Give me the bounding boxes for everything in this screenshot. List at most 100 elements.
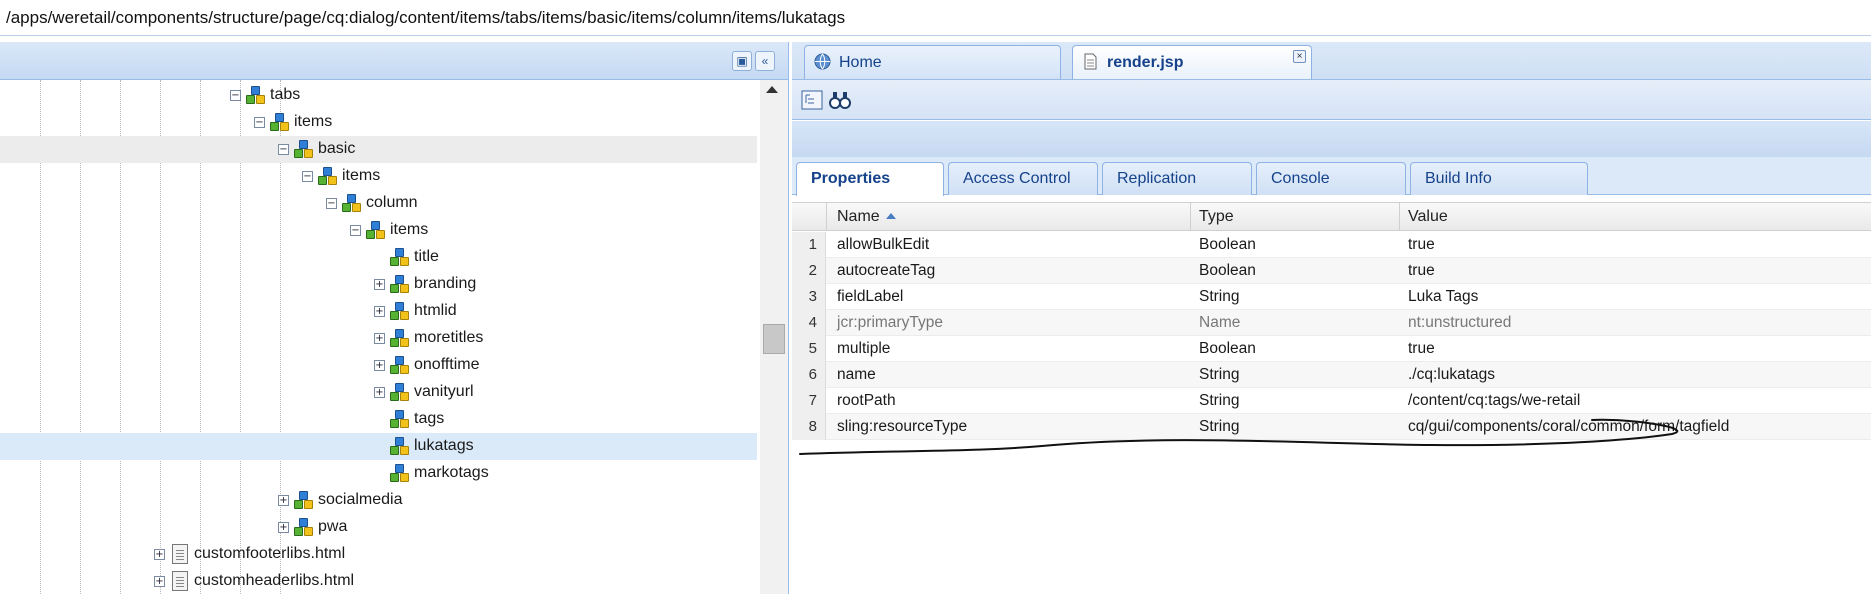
tree-node-items[interactable]: − items (0, 217, 757, 244)
table-row[interactable]: 8 sling:resourceType String cq/gui/componen… (792, 414, 1871, 440)
collapse-icon[interactable]: − (230, 90, 241, 101)
scroll-up-arrow-icon[interactable] (766, 86, 778, 93)
collapse-icon[interactable]: − (278, 144, 289, 155)
property-name[interactable]: sling:resourceType (837, 418, 967, 436)
property-name[interactable]: fieldLabel (837, 288, 903, 306)
tree-node-vanityurl[interactable]: + vanityurl (0, 379, 757, 406)
tree-node-branding[interactable]: + branding (0, 271, 757, 298)
expand-icon[interactable]: + (374, 279, 385, 290)
tree-node-label: branding (414, 275, 477, 292)
tree-node-markotags[interactable]: markotags (0, 460, 757, 487)
property-type[interactable]: String (1199, 366, 1240, 384)
tree-node-socialmedia[interactable]: + socialmedia (0, 487, 757, 514)
property-value[interactable]: true (1408, 340, 1435, 358)
tree-node-items[interactable]: − items (0, 109, 757, 136)
tree-node-items[interactable]: − items (0, 163, 757, 190)
column-header-type[interactable]: Type (1199, 208, 1234, 226)
tree-node-label: basic (318, 140, 356, 157)
tab-replication-label: Replication (1117, 170, 1197, 187)
property-value[interactable]: /content/cq:tags/we-retail (1408, 392, 1580, 410)
property-type[interactable]: Name (1199, 314, 1240, 332)
property-value[interactable]: Luka Tags (1408, 288, 1478, 306)
path-bar[interactable]: /apps/weretail/components/structure/page… (0, 0, 1871, 36)
table-row[interactable]: 5 multiple Boolean true (792, 336, 1871, 362)
scroll-thumb[interactable] (763, 324, 785, 354)
property-type[interactable]: Boolean (1199, 236, 1256, 254)
editor-subheader (792, 121, 1871, 157)
property-name[interactable]: autocreateTag (837, 262, 935, 280)
expand-icon[interactable]: + (154, 576, 165, 587)
property-value[interactable]: true (1408, 236, 1435, 254)
node-icon (342, 194, 362, 213)
table-row[interactable]: 6 name String ./cq:lukatags (792, 362, 1871, 388)
expand-icon[interactable]: + (374, 360, 385, 371)
collapse-icon[interactable]: − (302, 171, 313, 182)
column-divider[interactable] (1190, 203, 1191, 231)
property-value[interactable]: true (1408, 262, 1435, 280)
table-row[interactable]: 4 jcr:primaryType Name nt:unstructured (792, 310, 1871, 336)
tree-node-pwa[interactable]: + pwa (0, 514, 757, 541)
property-type[interactable]: String (1199, 288, 1240, 306)
expand-icon[interactable]: + (278, 495, 289, 506)
tab-render-jsp[interactable]: render.jsp × (1072, 45, 1312, 79)
collapse-icon[interactable]: − (254, 117, 265, 128)
property-name[interactable]: name (837, 366, 876, 384)
tree-node-label: column (366, 194, 418, 211)
row-number: 5 (792, 336, 826, 362)
tab-console[interactable]: Console (1256, 162, 1406, 195)
file-icon (172, 571, 188, 591)
content-tree: − tabs − items − basic − items − column − items titl… (0, 80, 760, 594)
tab-access-control[interactable]: Access Control (948, 162, 1098, 195)
tree-node-title[interactable]: title (0, 244, 757, 271)
collapse-left-icon[interactable]: « (755, 51, 775, 71)
expand-icon[interactable]: + (374, 387, 385, 398)
column-header-name[interactable]: Name (837, 208, 896, 226)
tree-node-moretitles[interactable]: + moretitles (0, 325, 757, 352)
property-name[interactable]: rootPath (837, 392, 896, 410)
property-name[interactable]: allowBulkEdit (837, 236, 929, 254)
property-value[interactable]: ./cq:lukatags (1408, 366, 1495, 384)
table-row[interactable]: 7 rootPath String/content/cq:tags/we-retai… (792, 388, 1871, 414)
property-value[interactable]: cq/gui/components/coral/common/form/tagf… (1408, 418, 1729, 436)
tree-node-customfooterlibs-html[interactable]: + customfooterlibs.html (0, 541, 757, 568)
tab-properties[interactable]: Properties (796, 162, 944, 196)
tree-node-tabs[interactable]: − tabs (0, 82, 757, 109)
table-row[interactable]: 3 fieldLabel String Luka Tags (792, 284, 1871, 310)
expand-icon[interactable]: + (154, 549, 165, 560)
close-icon[interactable]: × (1293, 50, 1306, 63)
binoculars-icon[interactable]: ▣ (732, 51, 752, 71)
tree-node-basic[interactable]: − basic (0, 136, 757, 163)
tab-build-info[interactable]: Build Info (1410, 162, 1588, 195)
row-number: 2 (792, 258, 826, 284)
tab-access-control-label: Access Control (963, 170, 1071, 187)
property-name[interactable]: multiple (837, 340, 890, 358)
property-type[interactable]: Boolean (1199, 340, 1256, 358)
property-type[interactable]: String (1199, 392, 1240, 410)
property-type[interactable]: String (1199, 418, 1240, 436)
expand-icon[interactable]: + (374, 306, 385, 317)
tree-node-label: items (294, 113, 333, 130)
table-row[interactable]: 1 allowBulkEdit Boolean true (792, 232, 1871, 258)
column-header-value[interactable]: Value (1408, 208, 1448, 226)
binoculars-icon[interactable] (828, 88, 852, 112)
collapse-icon[interactable]: − (350, 225, 361, 236)
tree-node-htmlid[interactable]: + htmlid (0, 298, 757, 325)
tab-replication[interactable]: Replication (1102, 162, 1252, 195)
expand-icon[interactable]: + (374, 333, 385, 344)
column-divider[interactable] (1399, 203, 1400, 231)
node-icon (294, 140, 314, 159)
tree-node-onofftime[interactable]: + onofftime (0, 352, 757, 379)
property-value[interactable]: nt:unstructured (1408, 314, 1511, 332)
tree-node-customheaderlibs-html[interactable]: + customheaderlibs.html (0, 568, 757, 594)
property-type[interactable]: Boolean (1199, 262, 1256, 280)
tab-home[interactable]: Home (804, 45, 1061, 79)
tree-node-column[interactable]: − column (0, 190, 757, 217)
expand-icon[interactable]: + (278, 522, 289, 533)
tree-node-tags[interactable]: tags (0, 406, 757, 433)
table-row[interactable]: 2 autocreateTag Boolean true (792, 258, 1871, 284)
collapse-icon[interactable]: − (326, 198, 337, 209)
tree-scrollbar[interactable] (760, 80, 788, 594)
tree-node-lukatags[interactable]: lukatags (0, 433, 757, 460)
property-name[interactable]: jcr:primaryType (837, 314, 943, 332)
tree-view-icon[interactable] (800, 88, 824, 112)
